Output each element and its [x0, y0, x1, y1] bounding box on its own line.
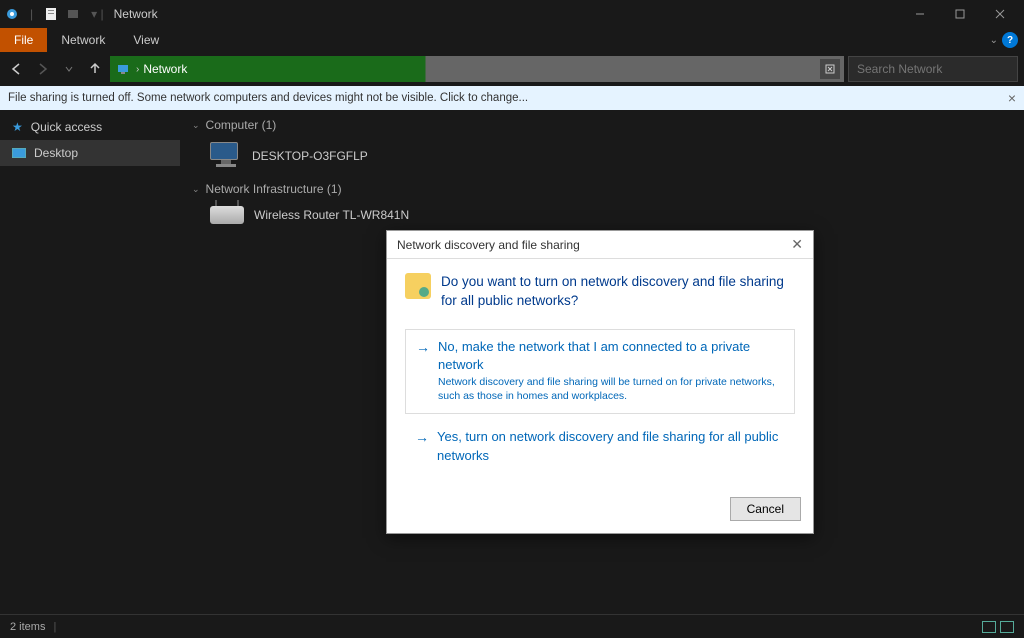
title-bar: | ▾ | Network — [0, 0, 1024, 28]
status-bar: 2 items | — [0, 614, 1024, 638]
search-input[interactable] — [857, 62, 1009, 76]
group-header-computer[interactable]: ⌄ Computer (1) — [192, 118, 1012, 132]
separator: | — [53, 621, 56, 633]
recent-locations-button[interactable] — [58, 58, 80, 80]
dialog-question-text: Do you want to turn on network discovery… — [441, 273, 795, 311]
info-bar-close[interactable]: × — [1008, 90, 1016, 106]
sidebar-desktop[interactable]: Desktop — [0, 140, 180, 166]
sidebar-quick-access[interactable]: ★ Quick access — [0, 114, 180, 140]
tab-network[interactable]: Network — [47, 28, 119, 52]
dialog-close-button[interactable]: ✕ — [791, 236, 803, 253]
dialog-option-private[interactable]: → No, make the network that I am connect… — [405, 329, 795, 415]
dialog-body: Do you want to turn on network discovery… — [387, 259, 813, 489]
arrow-right-icon: → — [416, 338, 430, 356]
navigation-pane: ★ Quick access Desktop — [0, 110, 180, 614]
properties-icon[interactable] — [43, 6, 59, 22]
chevron-down-icon: ⌄ — [192, 184, 200, 195]
info-bar[interactable]: File sharing is turned off. Some network… — [0, 86, 1024, 110]
router-icon — [210, 206, 244, 224]
folder-qat-icon[interactable] — [65, 6, 81, 22]
star-icon: ★ — [12, 120, 23, 134]
dialog-title-text: Network discovery and file sharing — [397, 238, 580, 252]
breadcrumb-separator: › — [136, 64, 139, 75]
computer-icon — [210, 142, 242, 170]
tab-view[interactable]: View — [119, 28, 173, 52]
breadcrumb-text[interactable]: Network — [143, 62, 187, 76]
help-icon[interactable]: ? — [1002, 32, 1018, 48]
desktop-icon — [12, 148, 26, 158]
sharing-icon — [405, 273, 431, 299]
network-discovery-dialog: Network discovery and file sharing ✕ Do … — [386, 230, 814, 534]
ribbon-expand-icon[interactable]: ⌄ — [990, 35, 998, 46]
back-button[interactable] — [6, 58, 28, 80]
group-label: Network Infrastructure (1) — [206, 182, 342, 196]
navigation-bar: › Network — [0, 52, 1024, 86]
forward-button[interactable] — [32, 58, 54, 80]
chevron-down-icon: ⌄ — [192, 120, 200, 131]
ribbon-right: ⌄ ? — [990, 28, 1024, 52]
dialog-option-public[interactable]: → Yes, turn on network discovery and fil… — [405, 424, 795, 470]
device-label: DESKTOP-O3FGFLP — [252, 149, 368, 163]
minimize-button[interactable] — [900, 0, 940, 28]
window-title: Network — [114, 7, 158, 21]
cancel-button[interactable]: Cancel — [730, 497, 801, 521]
large-icons-view-icon[interactable] — [1000, 621, 1014, 633]
view-mode-switcher — [982, 621, 1014, 633]
status-item-count: 2 items — [10, 621, 45, 633]
tab-file[interactable]: File — [0, 28, 47, 52]
separator: ▾ | — [91, 7, 103, 21]
details-view-icon[interactable] — [982, 621, 996, 633]
arrow-right-icon: → — [415, 428, 429, 446]
dialog-titlebar: Network discovery and file sharing ✕ — [387, 231, 813, 259]
device-label: Wireless Router TL-WR841N — [254, 208, 409, 222]
address-bar[interactable]: › Network — [110, 56, 844, 82]
search-box[interactable] — [848, 56, 1018, 82]
refresh-icon[interactable] — [820, 59, 840, 79]
dialog-footer: Cancel — [387, 489, 813, 533]
network-icon — [114, 60, 132, 78]
app-icon — [4, 6, 20, 22]
dialog-question: Do you want to turn on network discovery… — [405, 273, 795, 311]
ribbon-tabs: File Network View ⌄ ? — [0, 28, 1024, 52]
device-computer[interactable]: DESKTOP-O3FGFLP — [192, 138, 1012, 182]
sidebar-item-label: Quick access — [31, 120, 102, 134]
up-button[interactable] — [84, 58, 106, 80]
titlebar-icons: | ▾ | — [4, 6, 108, 22]
sidebar-item-label: Desktop — [34, 146, 78, 160]
group-label: Computer (1) — [206, 118, 277, 132]
maximize-button[interactable] — [940, 0, 980, 28]
window-controls — [900, 0, 1020, 28]
info-bar-text: File sharing is turned off. Some network… — [8, 92, 528, 104]
group-header-infrastructure[interactable]: ⌄ Network Infrastructure (1) — [192, 182, 1012, 196]
option-title: No, make the network that I am connected… — [438, 338, 784, 374]
option-title: Yes, turn on network discovery and file … — [437, 428, 785, 464]
close-button[interactable] — [980, 0, 1020, 28]
separator: | — [30, 7, 33, 21]
option-description: Network discovery and file sharing will … — [438, 376, 784, 403]
